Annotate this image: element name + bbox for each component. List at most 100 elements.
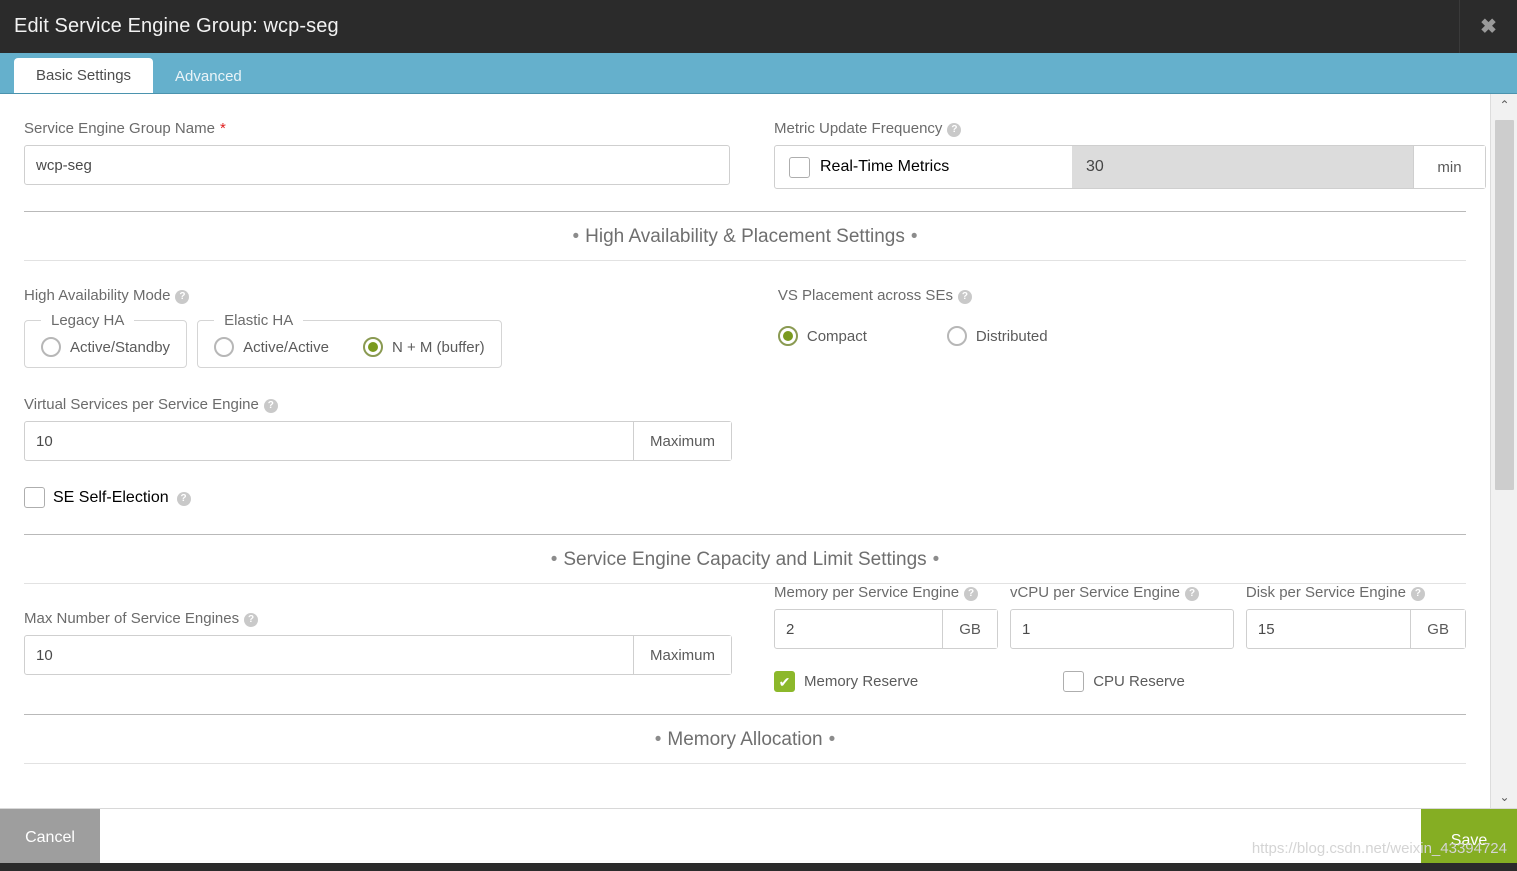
- per-se-resources-group: Memory per Service Engine ? 2 GB vCPU pe…: [752, 584, 1466, 692]
- required-asterisk: *: [219, 120, 226, 137]
- disk-per-se-unit: GB: [1410, 610, 1465, 648]
- section-dot-right: •: [910, 226, 918, 247]
- metric-update-frequency-input[interactable]: 30: [1072, 146, 1413, 188]
- seg-name-input[interactable]: wcp-seg: [24, 145, 730, 185]
- checkbox-box: [1063, 671, 1085, 692]
- real-time-metrics-label: Real-Time Metrics: [820, 158, 950, 175]
- vcpu-per-se-label: vCPU per Service Engine ?: [1010, 584, 1234, 601]
- radio-compact-label: Compact: [806, 327, 867, 345]
- disk-per-se-label-text: Disk per Service Engine: [1245, 584, 1406, 601]
- help-icon[interactable]: ?: [1185, 586, 1200, 601]
- vs-placement-label-text: VS Placement across SEs: [777, 287, 953, 304]
- radio-active-active[interactable]: Active/Active: [214, 337, 329, 357]
- metric-update-frequency-unit: min: [1413, 146, 1485, 188]
- vcpu-per-se-label-text: vCPU per Service Engine: [1009, 584, 1181, 601]
- help-icon[interactable]: ?: [957, 289, 972, 304]
- radio-distributed-label: Distributed: [975, 327, 1048, 345]
- section-high-availability-text: High Availability & Placement Settings: [585, 226, 905, 247]
- memory-reserve-label: Memory Reserve: [804, 673, 919, 690]
- cpu-reserve-checkbox[interactable]: CPU Reserve: [1063, 671, 1185, 692]
- cancel-button[interactable]: Cancel: [0, 809, 100, 866]
- section-capacity: • Service Engine Capacity and Limit Setti…: [24, 534, 1466, 584]
- help-icon[interactable]: ?: [947, 122, 962, 137]
- radio-distributed[interactable]: Distributed: [946, 326, 1048, 346]
- modal-body: Service Engine Group Name * wcp-seg Metri…: [0, 94, 1517, 808]
- section-dot-right: •: [932, 549, 940, 570]
- checkbox-box: [789, 156, 810, 178]
- radio-active-standby-label: Active/Standby: [70, 338, 171, 356]
- virtual-services-per-se-label: Virtual Services per Service Engine ?: [24, 396, 1466, 413]
- tab-bar: Basic Settings Advanced: [0, 53, 1517, 94]
- legacy-ha-options: Active/Standby: [41, 337, 170, 357]
- virtual-services-per-se-control: 10 Maximum: [24, 421, 732, 461]
- section-dot-left: •: [654, 729, 662, 750]
- legacy-ha-fieldset: Legacy HA Active/Standby: [24, 312, 188, 368]
- row-name-and-metrics: Service Engine Group Name * wcp-seg Metri…: [24, 94, 1486, 189]
- scroll-up-arrow-icon[interactable]: ⌃: [1491, 94, 1517, 116]
- vcpu-per-se-group: vCPU per Service Engine ? 1: [1009, 584, 1234, 649]
- elastic-ha-options: Active/Active N + M (buffer): [214, 337, 485, 357]
- memory-per-se-input[interactable]: 2: [775, 610, 942, 648]
- help-icon[interactable]: ?: [964, 586, 979, 601]
- help-icon[interactable]: ?: [263, 398, 278, 413]
- memory-per-se-unit: GB: [942, 610, 997, 648]
- disk-per-se-control: 15 GB: [1245, 609, 1466, 649]
- section-capacity-text: Service Engine Capacity and Limit Settin…: [563, 549, 927, 570]
- reserve-checkbox-row: Memory Reserve CPU Reserve: [774, 671, 1466, 692]
- tab-basic-settings[interactable]: Basic Settings: [14, 58, 154, 93]
- scroll-down-arrow-icon[interactable]: ⌄: [1491, 786, 1517, 808]
- disk-per-se-input[interactable]: 15: [1247, 610, 1410, 648]
- virtual-services-per-se-label-text: Virtual Services per Service Engine: [24, 396, 259, 413]
- virtual-services-per-se-input[interactable]: 10: [25, 422, 633, 460]
- section-dot-right: •: [828, 729, 836, 750]
- memory-per-se-label-text: Memory per Service Engine: [774, 584, 960, 601]
- vs-placement-group: VS Placement across SEs ? Compact Distri…: [756, 261, 1466, 368]
- tab-advanced[interactable]: Advanced: [153, 59, 264, 93]
- max-number-of-ses-input[interactable]: 10: [25, 636, 633, 674]
- bottom-strip: [0, 863, 1517, 871]
- max-number-of-ses-label-text: Max Number of Service Engines: [24, 610, 240, 627]
- radio-compact[interactable]: Compact: [777, 326, 867, 346]
- vcpu-per-se-input[interactable]: 1: [1011, 610, 1233, 648]
- radio-circle: [946, 326, 967, 346]
- max-number-of-ses-group: Max Number of Service Engines ? 10 Maxim…: [24, 584, 752, 692]
- scrollbar-thumb[interactable]: [1495, 120, 1514, 490]
- memory-per-se-control: 2 GB: [774, 609, 998, 649]
- help-icon[interactable]: ?: [1410, 586, 1425, 601]
- memory-reserve-checkbox[interactable]: Memory Reserve: [774, 671, 918, 692]
- radio-n-plus-m-buffer-label: N + M (buffer): [391, 338, 485, 356]
- metric-update-frequency-group: Metric Update Frequency ? Real-Time Metr…: [752, 94, 1486, 189]
- help-icon[interactable]: ?: [175, 289, 190, 304]
- section-memory-allocation-title: • Memory Allocation •: [649, 729, 842, 750]
- vs-placement-options: Compact Distributed: [777, 312, 1466, 346]
- radio-circle: [41, 337, 61, 357]
- ha-mode-group: High Availability Mode ? Legacy HA Activ…: [24, 261, 756, 368]
- modal-footer: Cancel Save https://blog.csdn.net/weixin…: [0, 808, 1517, 871]
- help-icon[interactable]: ?: [176, 491, 191, 506]
- ha-mode-label: High Availability Mode ?: [24, 287, 756, 304]
- disk-per-se-group: Disk per Service Engine ? 15 GB: [1245, 584, 1466, 649]
- metric-update-frequency-label: Metric Update Frequency ?: [774, 120, 1466, 137]
- help-icon[interactable]: ?: [244, 612, 259, 627]
- radio-circle: [777, 326, 798, 346]
- memory-per-se-group: Memory per Service Engine ? 2 GB: [774, 584, 998, 649]
- cpu-reserve-label: CPU Reserve: [1093, 673, 1185, 690]
- section-dot-left: •: [550, 549, 558, 570]
- close-icon[interactable]: ✖: [1459, 0, 1517, 53]
- se-self-election-checkbox[interactable]: [24, 487, 45, 508]
- se-self-election-row: SE Self-Election ?: [24, 487, 1466, 508]
- vertical-scrollbar[interactable]: ⌃ ⌄: [1490, 94, 1517, 808]
- max-number-of-ses-addon: Maximum: [632, 636, 731, 674]
- radio-active-standby[interactable]: Active/Standby: [41, 337, 170, 357]
- section-memory-allocation: • Memory Allocation •: [24, 714, 1466, 764]
- radio-circle: [362, 337, 383, 357]
- vs-placement-label: VS Placement across SEs ?: [778, 287, 1466, 304]
- metric-update-frequency-control: Real-Time Metrics 30 min: [774, 145, 1486, 189]
- row-ha-and-placement: High Availability Mode ? Legacy HA Activ…: [24, 261, 1466, 368]
- max-number-of-ses-label: Max Number of Service Engines ?: [24, 610, 752, 627]
- real-time-metrics-checkbox[interactable]: [789, 156, 810, 178]
- form-content: Service Engine Group Name * wcp-seg Metri…: [0, 94, 1490, 764]
- save-button[interactable]: Save: [1421, 809, 1517, 871]
- seg-name-label-text: Service Engine Group Name: [24, 120, 215, 137]
- radio-n-plus-m-buffer[interactable]: N + M (buffer): [362, 337, 485, 357]
